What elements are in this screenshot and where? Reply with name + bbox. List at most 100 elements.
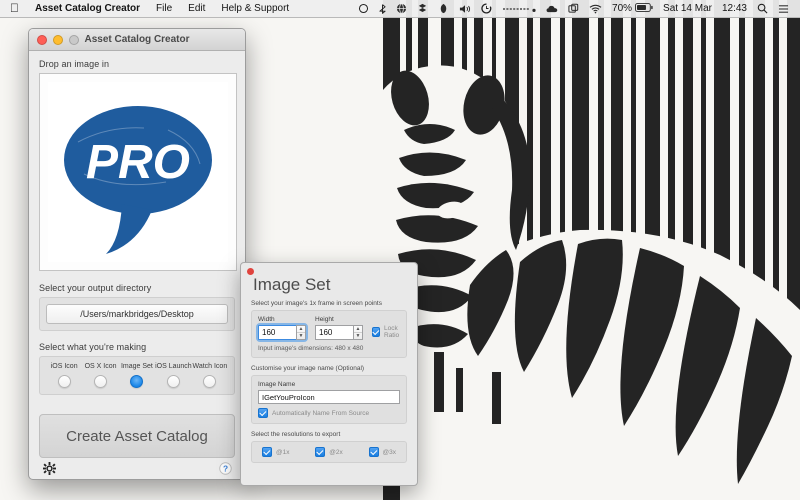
radio-button[interactable] [203, 375, 217, 388]
menubar-time[interactable]: 12:43 [717, 0, 752, 18]
dropbox-icon[interactable] [412, 0, 433, 18]
output-directory-button[interactable]: /Users/markbridges/Desktop [46, 304, 228, 324]
resolution-option-1x[interactable]: @1x [262, 447, 289, 457]
volume-icon[interactable] [454, 0, 476, 18]
drop-image-label: Drop an image in [39, 59, 110, 69]
battery-icon [635, 2, 653, 15]
output-directory-label: Select your output directory [39, 283, 152, 293]
radio-option-image-set[interactable]: Image Set [119, 363, 155, 388]
menu-item-edit[interactable]: Edit [180, 0, 213, 18]
resolutions-row: @1x @2x @3x [258, 447, 400, 457]
height-stepper-arrows[interactable]: ▲ ▼ [353, 325, 363, 340]
radio-label: iOS Launch [155, 363, 192, 370]
help-question-icon[interactable]: ? [217, 461, 233, 477]
width-input[interactable]: 160 [258, 325, 296, 340]
radio-option-os-x-icon[interactable]: OS X Icon [82, 363, 118, 388]
height-input[interactable]: 160 [315, 325, 353, 340]
customise-section-label: Customise your image name (Optional) [251, 365, 365, 372]
chevron-down-icon[interactable]: ▼ [354, 333, 362, 339]
radio-option-watch-icon[interactable]: Watch Icon [192, 363, 228, 388]
notification-center-icon[interactable] [773, 0, 794, 18]
radio-label: iOS Icon [50, 363, 78, 370]
spotlight-search-icon[interactable] [752, 0, 773, 18]
making-label: Select what you're making [39, 342, 147, 352]
airplay-icon[interactable] [353, 0, 374, 18]
auto-name-checkbox[interactable] [258, 408, 268, 418]
radio-option-ios-launch[interactable]: iOS Launch [155, 363, 192, 388]
window-titlebar[interactable]: Asset Catalog Creator [29, 29, 245, 51]
resolution-label: @3x [382, 448, 396, 456]
lock-ratio-checkbox[interactable] [372, 327, 380, 337]
making-radio-row: iOS Icon OS X Icon Image Set iOS Launch [46, 363, 228, 388]
timemachine-icon[interactable] [476, 0, 497, 18]
menu-bar:  Asset Catalog Creator File Edit Help &… [0, 0, 800, 18]
menu-app-name[interactable]: Asset Catalog Creator [27, 0, 148, 18]
svg-text:PRO: PRO [86, 136, 190, 189]
image-name-label: Image Name [258, 381, 296, 388]
globe-icon[interactable] [391, 0, 412, 18]
bluetooth-icon[interactable] [374, 0, 391, 18]
chevron-down-icon[interactable]: ▼ [297, 333, 305, 339]
radio-button[interactable] [94, 375, 108, 388]
resolution-option-2x[interactable]: @2x [315, 447, 343, 457]
zoom-button [69, 34, 79, 45]
resolution-checkbox-1x[interactable] [262, 447, 272, 457]
pro-speech-bubble-logo-icon: PRO [48, 82, 228, 262]
battery-status[interactable]: 70% [607, 0, 658, 18]
height-field-group: Height 160 ▲ ▼ [315, 316, 363, 340]
resolution-checkbox-2x[interactable] [315, 447, 326, 457]
cleanmymac-icon[interactable] [433, 0, 454, 18]
height-stepper[interactable]: 160 ▲ ▼ [315, 325, 363, 340]
asset-catalog-creator-window: Asset Catalog Creator Drop an image in P… [28, 28, 246, 480]
wifi-icon[interactable] [584, 0, 607, 18]
radio-option-ios-icon[interactable]: iOS Icon [46, 363, 82, 388]
lock-ratio-checkbox-row[interactable]: Lock Ratio [372, 325, 401, 339]
apple-logo-icon[interactable]:  [7, 0, 27, 18]
width-field-group: Width 160 ▲ ▼ [256, 316, 308, 342]
auto-name-checkbox-row[interactable]: Automatically Name From Source [258, 408, 400, 418]
width-label: Width [258, 316, 275, 323]
radio-button-selected[interactable] [130, 375, 144, 388]
create-asset-catalog-button[interactable]: Create Asset Catalog [39, 414, 235, 458]
close-button[interactable] [37, 34, 47, 45]
radio-button[interactable] [57, 375, 71, 388]
chevron-up-icon[interactable]: ▲ [297, 326, 305, 333]
frame-section-label: Select your image's 1x frame in screen p… [251, 300, 382, 307]
resolution-checkbox-3x[interactable] [368, 447, 379, 457]
battery-percent-label: 70% [612, 2, 633, 14]
resolution-label: @1x [276, 448, 290, 456]
image-set-body: Select your image's 1x frame in screen p… [241, 300, 417, 463]
gear-icon[interactable] [41, 461, 57, 477]
image-drop-well[interactable]: PRO [39, 73, 237, 271]
image-set-title: Image Set [253, 275, 331, 294]
dimension-row: Width 160 ▲ ▼ Height 160 ▲ ▼ Lock Ratio [256, 316, 401, 342]
width-stepper-arrows[interactable]: ▲ ▼ [296, 325, 306, 340]
chevron-up-icon[interactable]: ▲ [354, 326, 362, 333]
divider-icon [497, 0, 541, 18]
close-dot-icon[interactable] [247, 268, 254, 275]
image-set-panel: Image Set Select your image's 1x frame i… [240, 262, 418, 486]
resolution-label: @2x [329, 448, 343, 456]
image-name-input[interactable]: IGetYouProIcon [258, 390, 400, 404]
radio-label: Watch Icon [192, 363, 228, 370]
minimize-button[interactable] [53, 34, 63, 45]
menubar-date[interactable]: Sat 14 Mar [658, 0, 717, 18]
screenflow-icon[interactable] [563, 0, 584, 18]
resolution-option-3x[interactable]: @3x [368, 447, 396, 457]
radio-label: OS X Icon [84, 363, 117, 370]
input-dimensions-hint: Input image's dimensions: 480 x 480 [258, 345, 364, 352]
menu-item-help-support[interactable]: Help & Support [213, 0, 297, 18]
auto-name-label: Automatically Name From Source [272, 409, 370, 417]
radio-button[interactable] [166, 375, 180, 388]
window-body: Drop an image in PRO Select your output … [29, 51, 245, 479]
resolutions-panel: @1x @2x @3x [251, 441, 407, 463]
making-group: iOS Icon OS X Icon Image Set iOS Launch [39, 356, 235, 395]
menu-item-file[interactable]: File [148, 0, 180, 18]
height-label: Height [315, 316, 334, 323]
cloud-icon[interactable] [541, 0, 563, 18]
svg-text:?: ? [222, 464, 227, 474]
width-stepper[interactable]: 160 ▲ ▼ [256, 323, 308, 342]
traffic-lights [29, 34, 79, 45]
radio-label: Image Set [120, 363, 153, 370]
desktop-screen:  Asset Catalog Creator File Edit Help &… [0, 0, 800, 500]
